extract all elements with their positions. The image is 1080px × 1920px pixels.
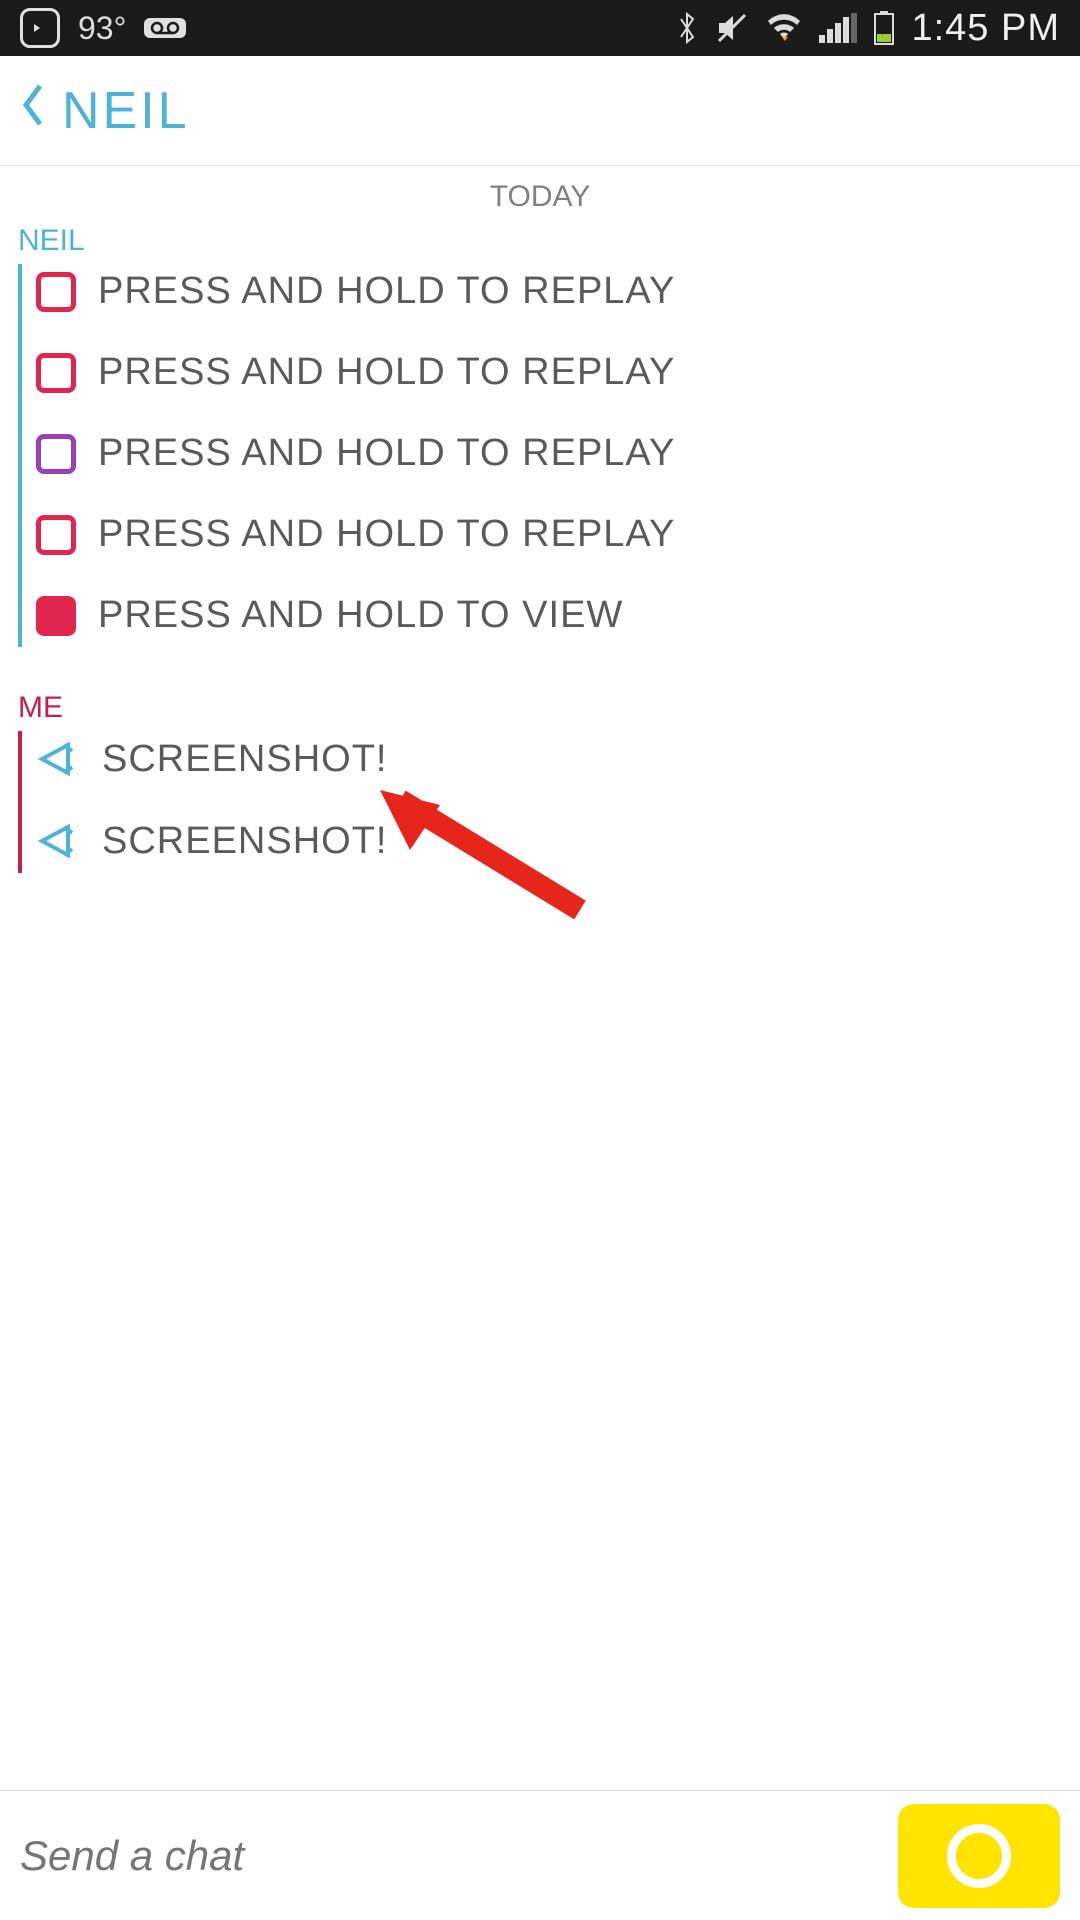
snap-replay-icon bbox=[36, 353, 76, 393]
snap-message[interactable]: PRESS AND HOLD TO REPLAY bbox=[36, 351, 1080, 394]
mute-icon bbox=[715, 11, 749, 45]
camera-button[interactable] bbox=[898, 1804, 1060, 1908]
wifi-icon bbox=[765, 13, 803, 43]
battery-charging-icon bbox=[873, 10, 895, 46]
sender-label-me: ME bbox=[0, 691, 1080, 731]
screenshot-text: SCREENSHOT! bbox=[102, 820, 387, 863]
chat-title: NEIL bbox=[62, 81, 190, 141]
snap-message-text: PRESS AND HOLD TO REPLAY bbox=[98, 432, 675, 475]
snap-message-text: PRESS AND HOLD TO VIEW bbox=[98, 594, 623, 637]
notification-icon bbox=[20, 8, 60, 48]
voicemail-icon bbox=[144, 18, 186, 38]
date-divider: TODAY bbox=[0, 166, 1080, 224]
chat-input-bar bbox=[0, 1790, 1080, 1920]
bluetooth-icon bbox=[675, 10, 699, 46]
snap-unread-icon bbox=[36, 596, 76, 636]
status-time: 1:45 PM bbox=[911, 7, 1060, 50]
snap-replay-icon bbox=[36, 434, 76, 474]
chat-header: NEIL bbox=[0, 56, 1080, 166]
snap-message-text: PRESS AND HOLD TO REPLAY bbox=[98, 351, 675, 394]
status-bar: 93° 1:45 PM bbox=[0, 0, 1080, 56]
chat-input[interactable] bbox=[20, 1832, 898, 1880]
temperature-indicator: 93° bbox=[78, 10, 126, 47]
message-group-neil: PRESS AND HOLD TO REPLAY PRESS AND HOLD … bbox=[18, 264, 1080, 647]
snap-message[interactable]: PRESS AND HOLD TO VIEW bbox=[36, 594, 1080, 637]
snap-message-text: PRESS AND HOLD TO REPLAY bbox=[98, 270, 675, 313]
back-button[interactable] bbox=[20, 82, 44, 139]
snap-message[interactable]: PRESS AND HOLD TO REPLAY bbox=[36, 432, 1080, 475]
screenshot-icon bbox=[36, 819, 80, 863]
camera-icon bbox=[947, 1824, 1011, 1888]
signal-icon bbox=[819, 13, 857, 43]
snap-replay-icon bbox=[36, 272, 76, 312]
message-group-me: SCREENSHOT! SCREENSHOT! bbox=[18, 731, 1080, 873]
snap-message[interactable]: PRESS AND HOLD TO REPLAY bbox=[36, 270, 1080, 313]
screenshot-notice: SCREENSHOT! bbox=[36, 819, 1080, 863]
snap-message[interactable]: PRESS AND HOLD TO REPLAY bbox=[36, 513, 1080, 556]
sender-label-neil: NEIL bbox=[0, 224, 1080, 264]
snap-message-text: PRESS AND HOLD TO REPLAY bbox=[98, 513, 675, 556]
snap-replay-icon bbox=[36, 515, 76, 555]
screenshot-icon bbox=[36, 737, 80, 781]
screenshot-text: SCREENSHOT! bbox=[102, 738, 387, 781]
screenshot-notice: SCREENSHOT! bbox=[36, 737, 1080, 781]
